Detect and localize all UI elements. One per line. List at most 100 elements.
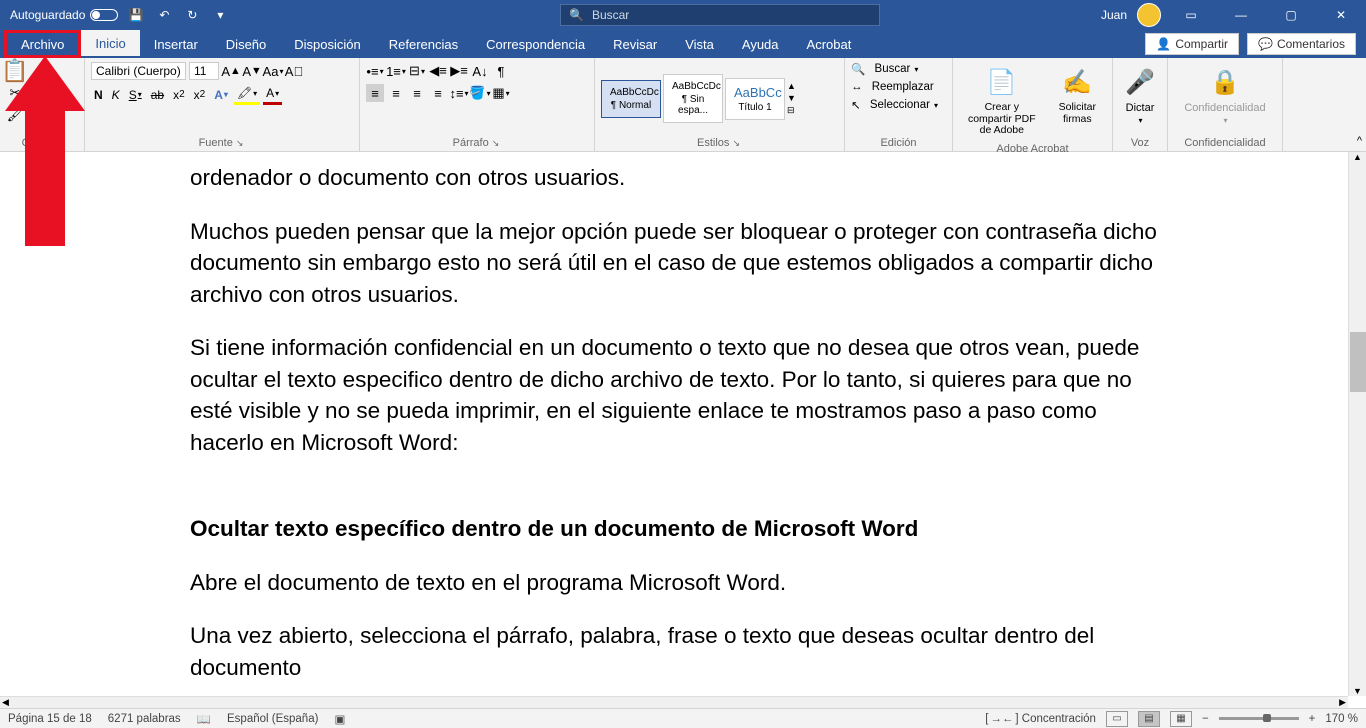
web-layout-icon[interactable]: ▦ xyxy=(1170,711,1192,727)
toggle-switch-icon[interactable] xyxy=(90,9,118,21)
zoom-out-button[interactable]: − xyxy=(1202,713,1209,725)
tab-diseno[interactable]: Diseño xyxy=(212,30,280,58)
shrink-font-icon[interactable]: A▼ xyxy=(243,62,261,80)
tab-insertar[interactable]: Insertar xyxy=(140,30,212,58)
tab-ayuda[interactable]: Ayuda xyxy=(728,30,793,58)
shading-icon[interactable]: 🪣▾ xyxy=(471,84,489,102)
scroll-up-icon[interactable]: ▲ xyxy=(1349,152,1366,162)
search-input[interactable]: 🔍 Buscar xyxy=(560,4,880,26)
numbering-icon[interactable]: 1≡▾ xyxy=(387,62,405,80)
line-spacing-icon[interactable]: ↕≡▾ xyxy=(450,84,468,102)
create-pdf-button[interactable]: 📄 Crear y compartir PDF de Adobe xyxy=(959,62,1045,141)
word-count[interactable]: 6271 palabras xyxy=(108,713,181,725)
align-right-icon[interactable]: ≡ xyxy=(408,84,426,102)
align-left-icon[interactable]: ≡ xyxy=(366,84,384,102)
scroll-left-icon[interactable]: ◀ xyxy=(2,697,9,708)
focus-mode-button[interactable]: [→←] Concentración xyxy=(985,713,1096,725)
tab-correspondencia[interactable]: Correspondencia xyxy=(472,30,599,58)
request-signatures-button[interactable]: ✍ Solicitar firmas xyxy=(1049,62,1106,141)
zoom-in-button[interactable]: + xyxy=(1309,713,1316,725)
styles-down-icon[interactable]: ▼ xyxy=(787,93,796,103)
bold-button[interactable]: N xyxy=(91,86,106,104)
microphone-icon: 🎤 xyxy=(1124,66,1156,98)
language-indicator[interactable]: Español (España) xyxy=(227,713,318,725)
style-no-spacing[interactable]: AaBbCcDc ¶ Sin espa... xyxy=(663,74,723,123)
font-name-select[interactable] xyxy=(91,62,186,80)
font-color-icon[interactable]: A▾ xyxy=(263,84,282,105)
subscript-button[interactable]: x2 xyxy=(170,86,188,104)
title-bar: Autoguardado 💾 ↶ ↻ ▾ Marzo 2021.docx 🔍 B… xyxy=(0,0,1366,30)
macro-icon[interactable]: ▣ xyxy=(334,712,345,726)
tab-acrobat[interactable]: Acrobat xyxy=(793,30,866,58)
borders-icon[interactable]: ▦▾ xyxy=(492,84,510,102)
strike-button[interactable]: ab xyxy=(148,86,167,104)
multilevel-icon[interactable]: ⊟▾ xyxy=(408,62,426,80)
dialog-launcher-icon[interactable]: ↘ xyxy=(236,138,246,148)
comments-button[interactable]: 💬Comentarios xyxy=(1247,33,1356,55)
scroll-thumb[interactable] xyxy=(1350,332,1366,392)
document-area[interactable]: ordenador o documento con otros usuarios… xyxy=(0,152,1348,696)
zoom-slider[interactable] xyxy=(1219,717,1299,720)
italic-button[interactable]: K xyxy=(109,86,123,104)
font-size-select[interactable] xyxy=(189,62,219,80)
save-icon[interactable]: 💾 xyxy=(126,5,146,25)
replace-icon: ↔ xyxy=(851,81,863,93)
sort-icon[interactable]: A↓ xyxy=(471,62,489,80)
print-layout-icon[interactable]: ▤ xyxy=(1138,711,1160,727)
tab-referencias[interactable]: Referencias xyxy=(375,30,472,58)
zoom-level[interactable]: 170 % xyxy=(1325,713,1358,725)
styles-more-icon[interactable]: ⊟ xyxy=(787,105,796,116)
page-indicator[interactable]: Página 15 de 18 xyxy=(8,713,92,725)
read-mode-icon[interactable]: ▭ xyxy=(1106,711,1128,727)
justify-icon[interactable]: ≡ xyxy=(429,84,447,102)
align-center-icon[interactable]: ≡ xyxy=(387,84,405,102)
tab-revisar[interactable]: Revisar xyxy=(599,30,671,58)
change-case-icon[interactable]: Aa▾ xyxy=(264,62,282,80)
avatar[interactable] xyxy=(1137,3,1161,27)
tab-inicio[interactable]: Inicio xyxy=(81,30,139,58)
dialog-launcher-icon[interactable]: ↘ xyxy=(492,138,502,148)
styles-up-icon[interactable]: ▲ xyxy=(787,81,796,91)
dictate-button[interactable]: 🎤 Dictar▾ xyxy=(1119,62,1161,130)
increase-indent-icon[interactable]: ▶≡ xyxy=(450,62,468,80)
close-icon[interactable]: ✕ xyxy=(1321,0,1361,30)
grow-font-icon[interactable]: A▲ xyxy=(222,62,240,80)
text-effects-icon[interactable]: A▾ xyxy=(211,86,231,104)
bullets-icon[interactable]: •≡▾ xyxy=(366,62,384,80)
superscript-button[interactable]: x2 xyxy=(191,86,209,104)
dialog-launcher-icon[interactable]: ↘ xyxy=(732,138,742,148)
ribbon-options-icon[interactable]: ▭ xyxy=(1171,0,1211,30)
scroll-down-icon[interactable]: ▼ xyxy=(1349,686,1366,696)
decrease-indent-icon[interactable]: ◀≡ xyxy=(429,62,447,80)
select-button[interactable]: ↖ Seleccionar▾ xyxy=(851,98,946,112)
paragraph: Muchos pueden pensar que la mejor opción… xyxy=(190,216,1158,311)
autosave-toggle[interactable]: Autoguardado xyxy=(10,8,118,22)
qat-dropdown-icon[interactable]: ▾ xyxy=(210,5,230,25)
horizontal-scrollbar[interactable]: ◀ ▶ xyxy=(0,696,1348,708)
tab-disposicion[interactable]: Disposición xyxy=(280,30,374,58)
minimize-icon[interactable]: — xyxy=(1221,0,1261,30)
status-bar: Página 15 de 18 6271 palabras 📖 Español … xyxy=(0,708,1366,728)
replace-button[interactable]: ↔ Reemplazar xyxy=(851,81,946,93)
paragraph: Abre el documento de texto en el program… xyxy=(190,567,1158,599)
highlight-icon[interactable]: 🖍▾ xyxy=(234,84,260,105)
collapse-ribbon-icon[interactable]: ^ xyxy=(1357,135,1362,147)
style-heading1[interactable]: AaBbCc Título 1 xyxy=(725,78,785,120)
tab-archivo[interactable]: Archivo xyxy=(4,30,81,58)
clear-format-icon[interactable]: A⃠ xyxy=(285,62,303,80)
vertical-scrollbar[interactable]: ▲ ▼ xyxy=(1348,152,1366,696)
style-normal[interactable]: AaBbCcDc ¶ Normal xyxy=(601,80,661,118)
show-marks-icon[interactable]: ¶ xyxy=(492,62,510,80)
share-button[interactable]: 👤Compartir xyxy=(1145,33,1239,55)
paragraph: Si tiene información confidencial en un … xyxy=(190,332,1158,458)
maximize-icon[interactable]: ▢ xyxy=(1271,0,1311,30)
redo-icon[interactable]: ↻ xyxy=(182,5,202,25)
spellcheck-icon[interactable]: 📖 xyxy=(197,712,211,726)
undo-icon[interactable]: ↶ xyxy=(154,5,174,25)
tab-vista[interactable]: Vista xyxy=(671,30,728,58)
search-icon: 🔍 xyxy=(569,8,584,22)
find-button[interactable]: 🔍 Buscar▾ xyxy=(851,62,946,76)
confidentiality-button[interactable]: 🔒 Confidencialidad▾ xyxy=(1174,62,1276,130)
underline-button[interactable]: S▾ xyxy=(126,86,145,104)
scroll-right-icon[interactable]: ▶ xyxy=(1339,697,1346,708)
